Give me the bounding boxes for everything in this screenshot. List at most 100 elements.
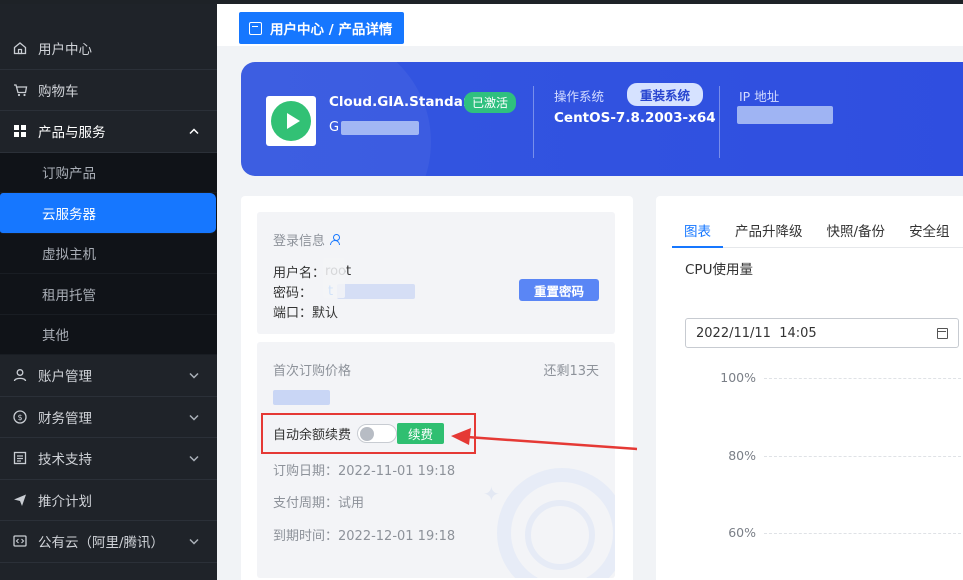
sidebar-item-referral[interactable]: 推介计划 <box>0 480 217 521</box>
expiry-date: 到期时间：2022-12-01 19:18 <box>273 529 456 544</box>
days-remaining: 还剩13天 <box>543 364 599 379</box>
order-date: 订购日期：2022-11-01 19:18 <box>273 464 456 479</box>
ip-label: IP 地址 <box>739 89 780 104</box>
chevron-down-icon <box>189 535 199 548</box>
sidebar-subitem-cloud-server[interactable]: 云服务器 <box>0 193 216 234</box>
annotation-arrow <box>451 428 638 451</box>
sidebar-item-support[interactable]: 技术支持 <box>0 438 217 480</box>
grid-icon <box>12 123 28 139</box>
date-value: 2022/11/11 14:05 <box>696 325 817 341</box>
cpu-usage-title: CPU使用量 <box>685 262 753 278</box>
breadcrumb[interactable]: 用户中心 / 产品详情 <box>239 12 405 44</box>
chart-grid-line <box>764 378 963 379</box>
password-label: 密码： <box>273 286 313 301</box>
back-icon <box>249 21 262 35</box>
user-icon <box>12 367 28 383</box>
cart-icon <box>12 82 28 98</box>
login-info-title-text: 登录信息 <box>273 234 326 249</box>
product-banner: Cloud.GIA.Standard 已激活 G 操作系统 重装系统 CentO… <box>241 62 963 176</box>
sidebar-item-label: 财务管理 <box>38 410 92 427</box>
sidebar-item-cart[interactable]: 购物车 <box>0 70 217 111</box>
first-order-price-label: 首次订购价格 <box>273 364 352 379</box>
sidebar-subitem-order-products[interactable]: 订购产品 <box>0 153 217 193</box>
sidebar-item-products[interactable]: 产品与服务 <box>0 111 217 153</box>
status-badge: 已激活 <box>464 92 517 113</box>
product-icon <box>266 96 316 146</box>
date-picker[interactable]: 2022/11/11 14:05 <box>685 318 959 348</box>
sidebar-item-label: 公有云（阿里/腾讯） <box>38 535 165 552</box>
chevron-up-icon <box>189 125 199 138</box>
main-content: 用户中心 / 产品详情 Cloud.GIA.Standard 已激活 G 操作系… <box>217 4 963 580</box>
watermark-graphic <box>525 500 595 570</box>
money-icon: $ <box>12 409 28 425</box>
user-icon <box>330 234 341 245</box>
sidebar-item-label: 推介计划 <box>38 493 92 510</box>
ip-redacted <box>737 106 833 124</box>
reset-password-button[interactable]: 重置密码 <box>519 279 599 301</box>
tab-chart[interactable]: 图表 <box>672 212 723 248</box>
chevron-down-icon <box>189 369 199 382</box>
username-redacted <box>323 258 345 298</box>
payment-cycle: 支付周期：试用 <box>273 496 365 511</box>
sidebar-item-public-cloud[interactable]: 公有云（阿里/腾讯） <box>0 521 217 563</box>
tab-security-group[interactable]: 安全组 <box>897 212 962 247</box>
password-redacted <box>337 284 416 299</box>
sidebar-subitem-other[interactable]: 其他 <box>0 315 217 355</box>
os-label: 操作系统 <box>554 89 605 104</box>
breadcrumb-text: 用户中心 / 产品详情 <box>270 22 393 38</box>
toggle-knob <box>360 427 375 441</box>
tab-snapshot-backup[interactable]: 快照/备份 <box>815 212 898 247</box>
auto-renew-label: 自动余额续费 <box>273 428 352 443</box>
reinstall-system-button[interactable]: 重装系统 <box>627 83 704 106</box>
port-value: 默认 <box>312 306 339 321</box>
sidebar-item-label: 购物车 <box>38 83 79 100</box>
sidebar-item-label: 产品与服务 <box>38 125 106 142</box>
chevron-down-icon <box>189 452 199 465</box>
home-icon <box>12 40 28 56</box>
account-card: 登录信息 用户名： root 密码： t 端口： 默认 重置密码 ✦ <box>241 196 633 580</box>
auto-renew-toggle[interactable] <box>357 424 398 443</box>
tab-upgrade[interactable]: 产品升降级 <box>723 212 815 247</box>
port-row: 端口： 默认 <box>273 302 338 321</box>
svg-text:$: $ <box>17 413 22 422</box>
play-icon <box>286 113 300 129</box>
sidebar-item-finance[interactable]: $ 财务管理 <box>0 397 217 438</box>
chart-grid-line <box>764 456 963 457</box>
send-icon <box>12 492 28 508</box>
banner-divider <box>719 86 720 158</box>
document-icon <box>12 450 28 466</box>
sidebar-item-user-center[interactable]: 用户中心 <box>0 28 217 70</box>
port-label: 端口： <box>273 306 313 321</box>
username-label: 用户名： <box>273 266 326 281</box>
products-submenu: 订购产品 云服务器 虚拟主机 租用托管 其他 <box>0 152 217 355</box>
detail-card: 图表 产品升降级 快照/备份 安全组 CPU使用量 2022/11/11 14:… <box>656 196 963 580</box>
sidebar-item-label: 账户管理 <box>38 369 92 386</box>
product-hostname: G <box>329 120 420 135</box>
product-name: Cloud.GIA.Standard <box>329 94 480 110</box>
chart-y-label: 100% <box>720 370 756 385</box>
renew-button[interactable]: 续费 <box>397 423 445 444</box>
hostname-prefix: G <box>329 120 340 135</box>
sidebar-item-account[interactable]: 账户管理 <box>0 355 217 397</box>
breadcrumb-bar: 用户中心 / 产品详情 <box>217 4 963 46</box>
login-info-panel: 登录信息 用户名： root 密码： t 端口： 默认 重置密码 <box>257 212 615 334</box>
hostname-redacted <box>341 120 420 135</box>
chart-y-label: 80% <box>728 448 756 463</box>
code-icon <box>12 533 28 549</box>
chart-grid-line <box>764 533 963 534</box>
sidebar-subitem-virtual-host[interactable]: 虚拟主机 <box>0 234 217 274</box>
banner-divider <box>533 86 534 158</box>
chevron-down-icon <box>189 410 199 423</box>
sidebar: 用户中心 购物车 产品与服务 订购产品 云服务器 虚拟主机 租用托管 其他 账户… <box>0 4 217 580</box>
order-info-panel: ✦ 首次订购价格 还剩13天 自动余额续费 续费 订购日期：2022-11-01… <box>257 342 615 578</box>
sidebar-item-label: 用户中心 <box>38 42 92 59</box>
calendar-icon <box>937 327 948 339</box>
detail-tabs: 图表 产品升降级 快照/备份 安全组 <box>672 212 963 248</box>
os-value: CentOS-7.8.2003-x64 <box>554 110 716 126</box>
sparkle-icon: ✦ <box>483 482 500 506</box>
price-redacted <box>273 390 330 405</box>
sidebar-item-label: 技术支持 <box>38 452 92 469</box>
sidebar-subitem-colocation[interactable]: 租用托管 <box>0 274 217 315</box>
auto-renew-row: 自动余额续费 续费 <box>273 423 445 444</box>
